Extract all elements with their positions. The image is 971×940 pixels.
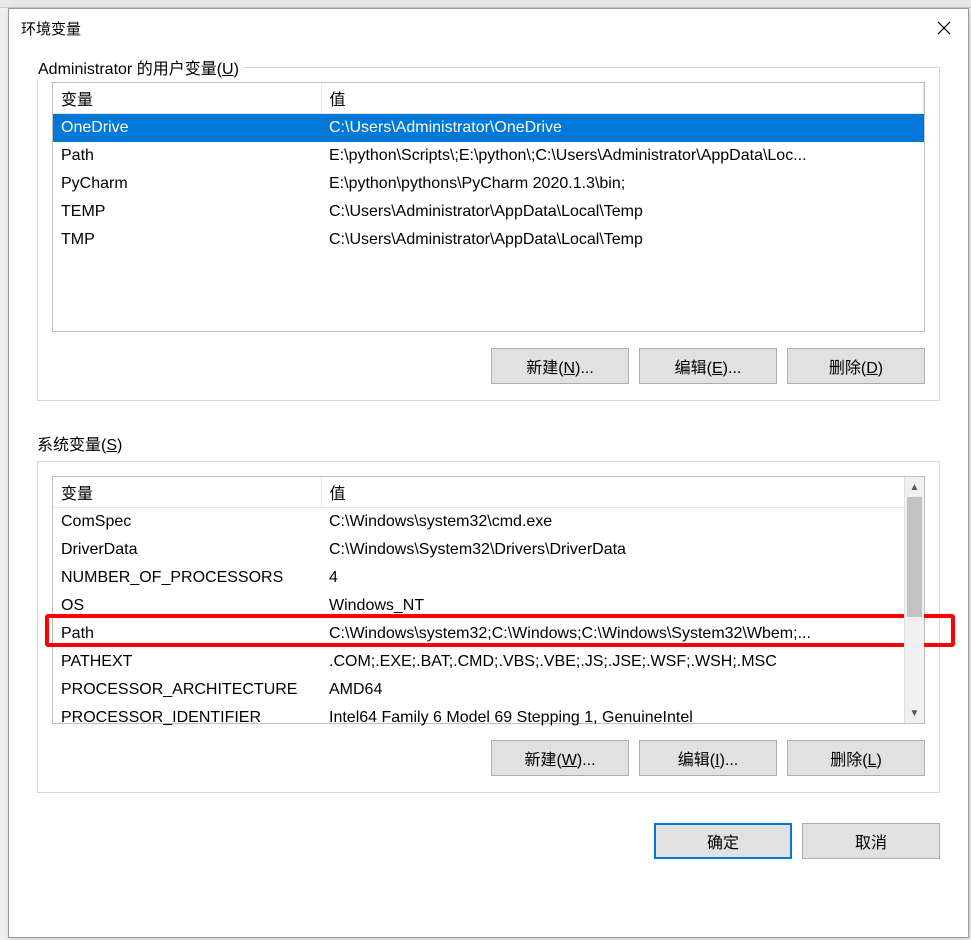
table-row[interactable]: DriverData C:\Windows\System32\Drivers\D… [53, 536, 924, 564]
sys-col-header-var[interactable]: 变量 [53, 477, 321, 508]
user-variables-table-container: 变量 值 OneDrive C:\Users\Administrator\One… [52, 82, 925, 332]
close-icon [937, 21, 951, 35]
system-variables-label: 系统变量(S) [37, 431, 940, 455]
cell-var: Path [53, 142, 321, 170]
cell-var: PROCESSOR_ARCHITECTURE [53, 676, 321, 704]
user-variables-table[interactable]: 变量 值 OneDrive C:\Users\Administrator\One… [53, 83, 924, 254]
user-variables-legend: Administrator 的用户变量(U) [36, 55, 243, 79]
table-row[interactable]: NUMBER_OF_PROCESSORS 4 [53, 564, 924, 592]
table-row[interactable]: ComSpec C:\Windows\system32\cmd.exe [53, 508, 924, 537]
cell-var: OneDrive [53, 114, 321, 143]
table-row[interactable]: OneDrive C:\Users\Administrator\OneDrive [53, 114, 924, 143]
table-row[interactable]: TMP C:\Users\Administrator\AppData\Local… [53, 226, 924, 254]
cell-val: E:\python\Scripts\;E:\python\;C:\Users\A… [321, 142, 924, 170]
user-delete-button[interactable]: 删除(D) [787, 348, 925, 384]
system-new-button[interactable]: 新建(W)... [491, 740, 629, 776]
cell-val: C:\Windows\system32\cmd.exe [321, 508, 924, 537]
cell-val: Windows_NT [321, 592, 924, 620]
cell-var: PROCESSOR_IDENTIFIER [53, 704, 321, 732]
scrollbar-thumb[interactable] [907, 497, 922, 617]
user-variables-group: Administrator 的用户变量(U) 变量 值 OneDrive [37, 67, 940, 401]
cell-var: Path [53, 620, 321, 648]
table-row[interactable]: Path C:\Windows\system32;C:\Windows;C:\W… [53, 620, 924, 648]
cell-val: 4 [321, 564, 924, 592]
user-new-button[interactable]: 新建(N)... [491, 348, 629, 384]
user-col-header-var[interactable]: 变量 [53, 83, 321, 114]
cell-val: AMD64 [321, 676, 924, 704]
system-table-scrollbar[interactable]: ▲ ▼ [904, 477, 924, 723]
ok-button[interactable]: 确定 [654, 823, 792, 859]
cell-var: PyCharm [53, 170, 321, 198]
system-variables-table-container: 变量 值 ComSpec C:\Windows\system32\cmd.exe… [52, 476, 925, 724]
user-col-header-val[interactable]: 值 [321, 83, 924, 114]
table-row[interactable]: PROCESSOR_ARCHITECTURE AMD64 [53, 676, 924, 704]
table-row[interactable]: PATHEXT .COM;.EXE;.BAT;.CMD;.VBS;.VBE;.J… [53, 648, 924, 676]
cell-val: C:\Windows\system32;C:\Windows;C:\Window… [321, 620, 924, 648]
system-delete-button[interactable]: 删除(L) [787, 740, 925, 776]
cell-val: C:\Users\Administrator\AppData\Local\Tem… [321, 198, 924, 226]
env-variables-dialog: 环境变量 Administrator 的用户变量(U) 变量 值 [8, 8, 969, 938]
cell-val: E:\python\pythons\PyCharm 2020.1.3\bin; [321, 170, 924, 198]
cell-var: TEMP [53, 198, 321, 226]
cell-var: DriverData [53, 536, 321, 564]
cell-var: NUMBER_OF_PROCESSORS [53, 564, 321, 592]
cell-var: PATHEXT [53, 648, 321, 676]
cell-val: C:\Windows\System32\Drivers\DriverData [321, 536, 924, 564]
cell-val: Intel64 Family 6 Model 69 Stepping 1, Ge… [321, 704, 924, 732]
cell-val: .COM;.EXE;.BAT;.CMD;.VBS;.VBE;.JS;.JSE;.… [321, 648, 924, 676]
cell-var: ComSpec [53, 508, 321, 537]
cell-var: OS [53, 592, 321, 620]
table-row[interactable]: TEMP C:\Users\Administrator\AppData\Loca… [53, 198, 924, 226]
cell-val: C:\Users\Administrator\AppData\Local\Tem… [321, 226, 924, 254]
cancel-button[interactable]: 取消 [802, 823, 940, 859]
window-title: 环境变量 [21, 18, 81, 39]
sys-col-header-val[interactable]: 值 [321, 477, 924, 508]
table-row[interactable]: Path E:\python\Scripts\;E:\python\;C:\Us… [53, 142, 924, 170]
system-variables-table[interactable]: 变量 值 ComSpec C:\Windows\system32\cmd.exe… [53, 477, 924, 732]
title-bar: 环境变量 [9, 9, 968, 47]
scroll-down-icon[interactable]: ▼ [905, 703, 924, 723]
table-row[interactable]: PyCharm E:\python\pythons\PyCharm 2020.1… [53, 170, 924, 198]
user-edit-button[interactable]: 编辑(E)... [639, 348, 777, 384]
system-edit-button[interactable]: 编辑(I)... [639, 740, 777, 776]
cell-val: C:\Users\Administrator\OneDrive [321, 114, 924, 143]
system-variables-section: 系统变量(S) 变量 值 ComSpec [37, 431, 940, 793]
table-row[interactable]: OS Windows_NT [53, 592, 924, 620]
table-row[interactable]: PROCESSOR_IDENTIFIER Intel64 Family 6 Mo… [53, 704, 924, 732]
system-variables-group: 变量 值 ComSpec C:\Windows\system32\cmd.exe… [37, 461, 940, 793]
cell-var: TMP [53, 226, 321, 254]
scroll-up-icon[interactable]: ▲ [905, 477, 924, 497]
close-button[interactable] [920, 9, 968, 47]
